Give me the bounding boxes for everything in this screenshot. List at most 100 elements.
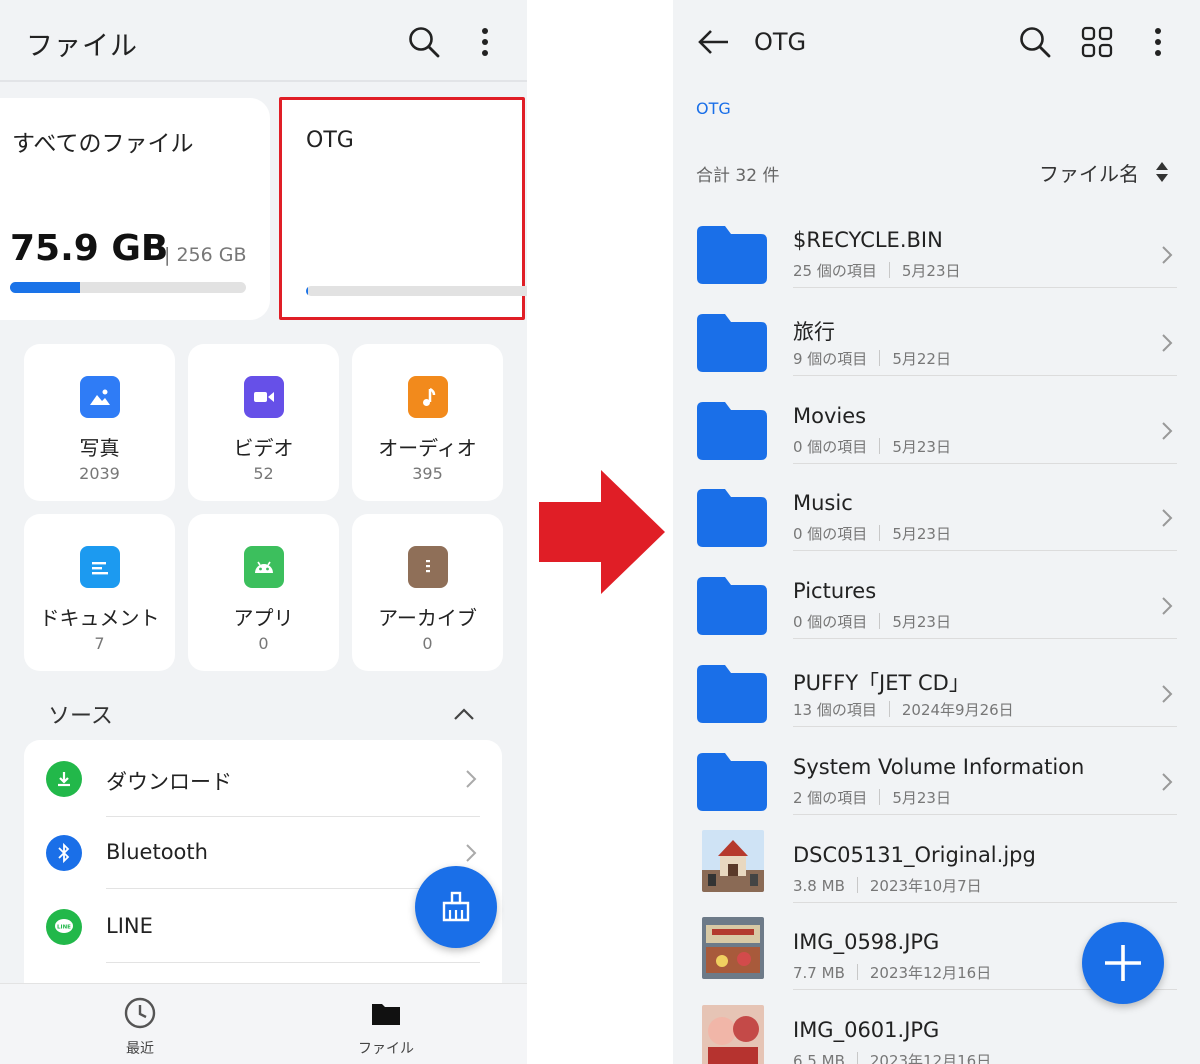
nav-files[interactable]: ファイル xyxy=(326,996,446,1058)
folder-row[interactable]: $RECYCLE.BIN 25 個の項目 5月23日 xyxy=(673,200,1200,288)
file-size-or-count: 0 個の項目 xyxy=(793,613,868,632)
file-name: 旅行 xyxy=(793,319,835,344)
image-thumbnail xyxy=(702,917,764,980)
folder-row[interactable]: Movies 0 個の項目 5月23日 xyxy=(673,376,1200,464)
chevron-right-icon xyxy=(464,842,478,868)
files-home-screen: ファイル すべてのファイル 75.9 GB | 256 GB OTG 写真 20… xyxy=(0,0,527,1064)
folder-icon xyxy=(697,573,767,636)
file-meta: 3.8 MB 2023年10月7日 xyxy=(793,875,982,896)
add-button[interactable] xyxy=(1082,922,1164,1004)
category-documents[interactable]: ドキュメント 7 xyxy=(24,514,175,671)
file-date: 5月23日 xyxy=(892,613,951,632)
video-icon xyxy=(244,376,284,418)
sort-button[interactable]: ファイル名 xyxy=(1039,158,1139,187)
back-arrow-icon[interactable] xyxy=(693,22,735,62)
folder-icon xyxy=(697,661,767,723)
search-icon[interactable] xyxy=(1015,22,1055,62)
bottom-navigation: 最近 ファイル xyxy=(0,983,527,1064)
category-label: オーディオ xyxy=(378,436,477,460)
otg-usage-fill xyxy=(306,286,309,296)
file-name: IMG_0601.JPG xyxy=(793,1018,940,1043)
sort-order-icon[interactable] xyxy=(1154,160,1170,188)
all-files-storage-card[interactable]: すべてのファイル 75.9 GB | 256 GB xyxy=(0,98,270,320)
total-storage: | 256 GB xyxy=(164,244,247,266)
image-file-row[interactable]: DSC05131_Original.jpg 3.8 MB 2023年10月7日 xyxy=(673,815,1200,903)
folder-icon xyxy=(697,749,767,811)
meta-separator xyxy=(888,701,890,717)
chevron-right-icon xyxy=(1160,683,1174,709)
category-audio[interactable]: オーディオ 395 xyxy=(352,344,503,501)
meta-separator xyxy=(879,349,881,366)
folder-row[interactable]: Pictures 0 個の項目 5月23日 xyxy=(673,551,1200,640)
folder-icon xyxy=(697,310,767,372)
line-app-icon: LINE xyxy=(46,909,82,945)
file-size-or-count: 2 個の項目 xyxy=(793,788,868,807)
nav-recent-label: 最近 xyxy=(126,1041,154,1057)
otg-storage-card[interactable]: OTG xyxy=(279,97,527,320)
download-icon xyxy=(46,761,82,797)
file-date: 5月23日 xyxy=(892,525,951,544)
meta-separator xyxy=(879,437,881,454)
otg-usage-bar xyxy=(306,286,527,296)
file-size-or-count: 7.7 MB xyxy=(793,964,845,983)
cleanup-button[interactable] xyxy=(415,866,497,948)
file-meta: 9 個の項目 5月22日 xyxy=(793,348,951,369)
category-archives[interactable]: アーカイブ 0 xyxy=(352,514,503,671)
file-date: 2024年9月26日 xyxy=(901,701,1014,719)
source-item-download[interactable]: ダウンロード xyxy=(24,742,502,816)
divider xyxy=(106,962,480,963)
bluetooth-icon xyxy=(46,835,82,871)
otg-folder-screen: OTG OTG 合計 32 件 ファイル名 $RECYCLE.BIN 25 個の項… xyxy=(673,0,1200,1064)
plus-icon xyxy=(1105,945,1141,981)
file-meta: 0 個の項目 5月23日 xyxy=(793,436,951,457)
chevron-right-icon xyxy=(1160,332,1174,358)
more-options-icon[interactable] xyxy=(470,22,500,62)
category-photos[interactable]: 写真 2039 xyxy=(24,344,175,501)
more-options-icon[interactable] xyxy=(1143,22,1173,62)
image-icon xyxy=(80,376,120,418)
file-meta: 13 個の項目 2024年9月26日 xyxy=(793,699,1014,720)
file-date: 5月23日 xyxy=(892,437,951,456)
file-date: 5月23日 xyxy=(892,788,951,807)
folder-row[interactable]: Music 0 個の項目 5月23日 xyxy=(673,463,1200,552)
file-size-or-count: 0 個の項目 xyxy=(793,437,868,456)
folder-row[interactable]: System Volume Information 2 個の項目 5月23日 xyxy=(673,727,1200,815)
breadcrumb[interactable]: OTG xyxy=(696,99,731,118)
folder-icon xyxy=(697,485,767,548)
meta-separator xyxy=(888,262,890,278)
music-note-icon xyxy=(408,376,448,418)
category-apps[interactable]: アプリ 0 xyxy=(188,514,339,671)
category-label: アプリ xyxy=(233,606,294,630)
folder-row[interactable]: 旅行 9 個の項目 5月22日 xyxy=(673,288,1200,376)
file-date: 5月23日 xyxy=(901,262,961,280)
folder-icon xyxy=(697,222,767,284)
chevron-up-icon[interactable] xyxy=(450,700,478,728)
category-videos[interactable]: ビデオ 52 xyxy=(188,344,339,501)
chevron-right-icon xyxy=(1160,771,1174,797)
meta-separator xyxy=(856,1052,858,1064)
chevron-right-icon xyxy=(1160,595,1174,621)
search-icon[interactable] xyxy=(404,22,444,62)
nav-recent[interactable]: 最近 xyxy=(80,996,200,1058)
meta-separator xyxy=(856,876,858,893)
nav-files-label: ファイル xyxy=(358,1041,414,1057)
page-title: OTG xyxy=(754,28,807,56)
file-name: IMG_0598.JPG xyxy=(793,930,940,955)
category-count: 395 xyxy=(412,464,443,483)
folder-row[interactable]: PUFFY「JET CD」 13 個の項目 2024年9月26日 xyxy=(673,639,1200,727)
file-name: System Volume Information xyxy=(793,754,1085,779)
category-label: ドキュメント xyxy=(39,606,160,630)
otg-label: OTG xyxy=(306,128,354,153)
meta-separator xyxy=(879,613,881,630)
top-app-bar: ファイル xyxy=(0,0,527,82)
source-label: ダウンロード xyxy=(106,770,232,794)
file-size-or-count: 13 個の項目 xyxy=(793,701,877,719)
file-name: Music xyxy=(793,491,853,516)
category-count: 2039 xyxy=(79,464,120,483)
meta-separator xyxy=(856,964,858,981)
chevron-right-icon xyxy=(1160,507,1174,533)
file-name: DSC05131_Original.jpg xyxy=(793,842,1036,867)
transition-arrow xyxy=(539,470,665,594)
file-meta: 0 個の項目 5月23日 xyxy=(793,611,951,632)
grid-view-icon[interactable] xyxy=(1077,22,1117,62)
